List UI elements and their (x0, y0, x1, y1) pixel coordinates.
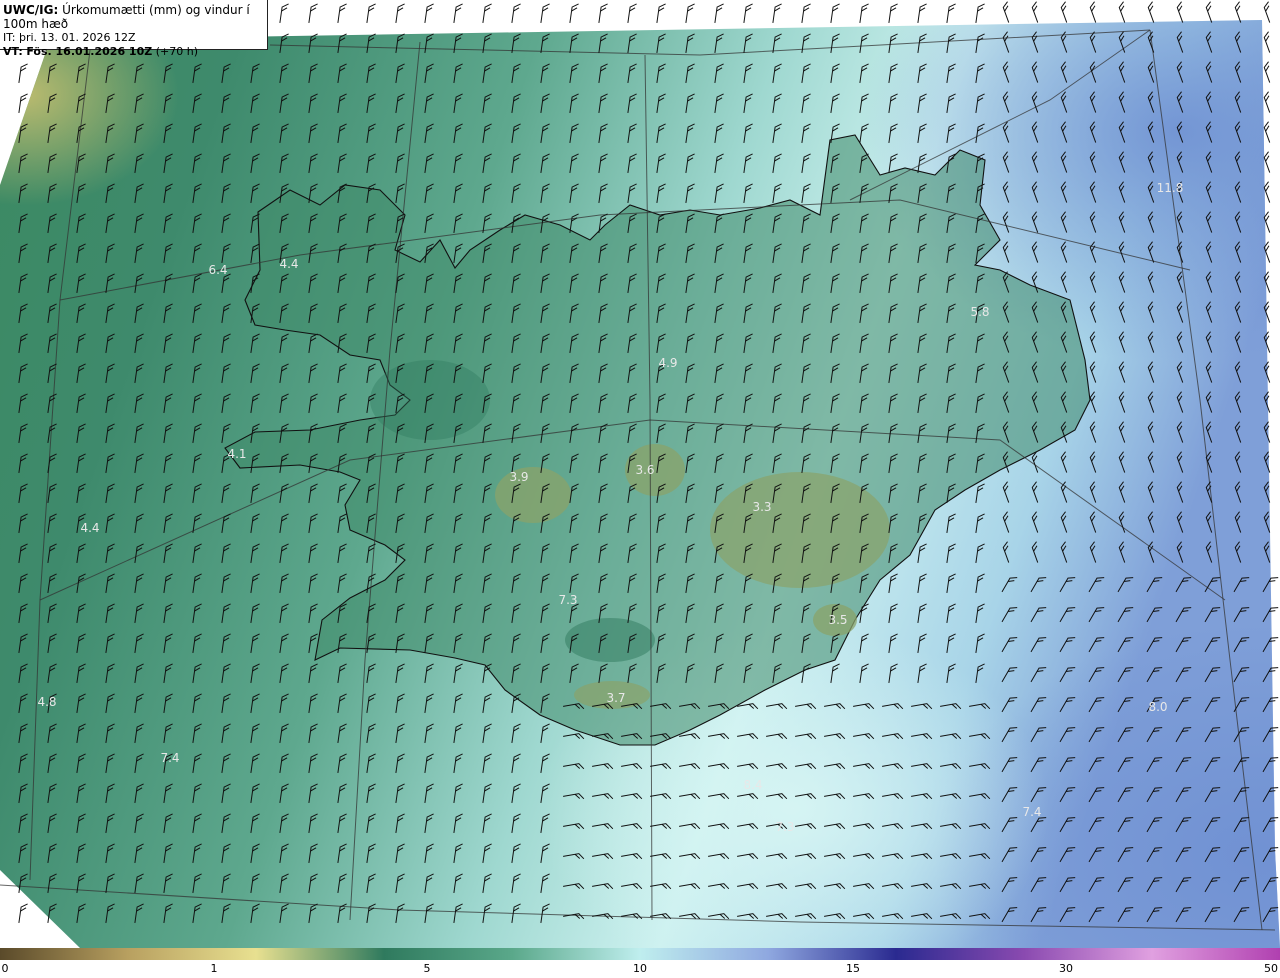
wind-barb (1147, 1, 1155, 23)
value-label: 7.3 (558, 593, 577, 607)
value-label: 5.8 (970, 305, 989, 319)
value-label: 7.3 (775, 820, 794, 834)
wind-barb (1205, 1, 1213, 23)
model-name: UWC/IG: (3, 3, 59, 17)
wind-barb (395, 3, 405, 23)
wind-barb (1263, 61, 1271, 83)
value-label: 3.6 (635, 463, 654, 477)
value-label: 4.4 (279, 257, 298, 271)
colorbar-tick: 10 (633, 962, 647, 975)
value-label: 3.5 (828, 613, 847, 627)
value-label: 4.1 (227, 447, 246, 461)
wind-barb (743, 3, 753, 23)
wind-barb (888, 3, 898, 23)
colorbar-tick: 1 (210, 962, 218, 975)
valid-time: Fös. 16.01.2026 10Z (26, 45, 153, 58)
wind-barb (18, 903, 28, 923)
wind-barb (1234, 1, 1242, 23)
wind-barb (830, 3, 840, 23)
wind-barb (685, 3, 695, 23)
wind-barb (453, 3, 463, 23)
wind-barb (1031, 1, 1039, 23)
value-label: 4.4 (80, 521, 99, 535)
wind-barb (1176, 1, 1184, 23)
wind-barb (337, 3, 347, 23)
wind-barb (656, 3, 666, 23)
value-label: 7.4 (1022, 805, 1041, 819)
wind-barb (18, 63, 28, 83)
wind-barb (917, 3, 927, 23)
wind-barb (975, 3, 985, 23)
value-label: 3.7 (606, 691, 625, 705)
precipitation-map[interactable]: 6.4 4.4 4.1 4.4 4.8 7.4 3.9 3.6 4.9 3.3 7.3 3.5 3.7 5… (0, 0, 1280, 948)
colorbar-tick: 5 (423, 962, 431, 975)
valid-prefix: VT: (3, 45, 23, 58)
wind-barb (540, 3, 550, 23)
wind-barb (801, 3, 811, 23)
wind-barb (511, 3, 521, 23)
value-label: 6.4 (208, 263, 227, 277)
wind-barb (1060, 1, 1068, 23)
wind-barb (424, 3, 434, 23)
init-time: þri. 13. 01. 2026 12Z (18, 31, 136, 44)
init-prefix: IT: (3, 31, 16, 44)
value-label: 4.8 (37, 695, 56, 709)
wind-barb (1263, 151, 1271, 173)
wind-barb (859, 3, 869, 23)
wind-barb (772, 3, 782, 23)
colorbar-tick-labels: 0 1 5 10 15 30 50 (0, 962, 1280, 978)
wind-barb (714, 3, 724, 23)
map-header: UWC/IG: Úrkomumætti (mm) og vindur í 100… (0, 0, 268, 58)
wind-barb (1263, 31, 1271, 53)
colorbar (0, 948, 1280, 960)
wind-barb (1263, 91, 1271, 113)
value-label: 3.9 (509, 470, 528, 484)
wind-barb (569, 3, 579, 23)
wind-barb (279, 3, 289, 23)
colorbar-tick: 50 (1264, 962, 1278, 975)
lead-time: (+70 h) (155, 45, 198, 58)
value-label: 4.9 (658, 356, 677, 370)
wind-barb (366, 3, 376, 23)
wind-barb (1002, 1, 1010, 23)
wind-barb (946, 3, 956, 23)
wind-barb (1089, 1, 1097, 23)
value-label: 7.4 (160, 751, 179, 765)
wind-barb (627, 3, 637, 23)
wind-barb (598, 3, 608, 23)
value-label: 8.4 (743, 778, 762, 792)
colorbar-tick: 15 (846, 962, 860, 975)
colorbar-tick: 30 (1059, 962, 1073, 975)
wind-barb (1118, 1, 1126, 23)
wind-barb (308, 3, 318, 23)
value-label: 3.3 (752, 500, 771, 514)
colorbar-tick: 0 (1, 962, 9, 975)
value-label: 11.8 (1157, 181, 1184, 195)
value-label: 8.0 (1148, 700, 1167, 714)
wind-barb (1263, 1, 1271, 23)
wind-barb (1263, 121, 1271, 143)
wind-barb (482, 3, 492, 23)
